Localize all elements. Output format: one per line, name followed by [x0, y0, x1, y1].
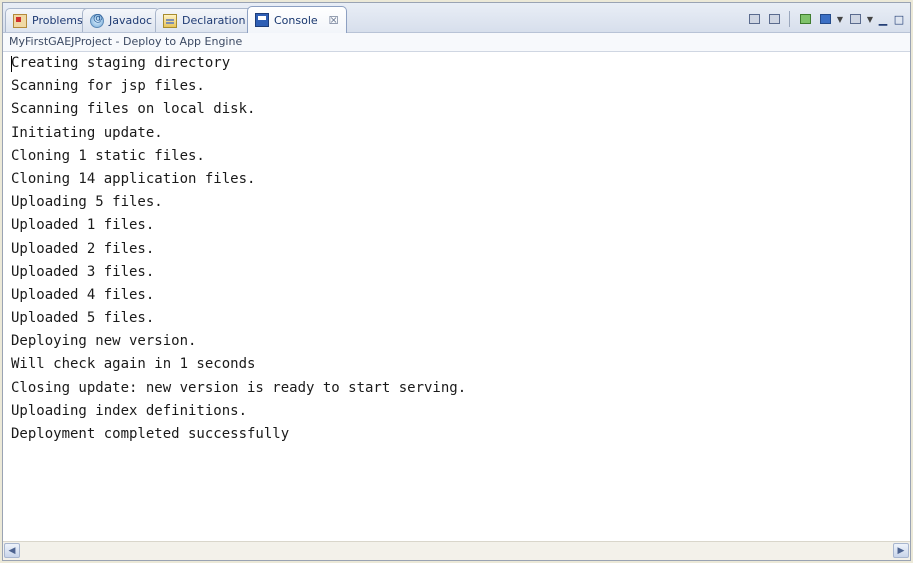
console-line: Uploaded 4 files. — [11, 286, 155, 303]
console-line: Creating staging directory — [11, 55, 231, 71]
toolbar-separator — [789, 11, 790, 27]
console-line: Deployment completed successfully — [11, 426, 290, 442]
console-line: Will check again in 1 seconds — [11, 356, 256, 373]
console-line: Cloning 1 static files. — [11, 147, 205, 164]
tab-label: Javadoc — [109, 14, 152, 27]
javadoc-icon — [90, 13, 104, 28]
console-toolbar: ▼ ▼ ▁ □ — [745, 9, 906, 29]
minimize-icon[interactable]: ▁ — [876, 13, 890, 26]
close-icon[interactable]: ☒ — [329, 14, 339, 27]
tab-label: Declaration — [182, 14, 246, 27]
tab-javadoc[interactable]: Javadoc — [82, 8, 160, 32]
tab-declaration[interactable]: Declaration — [155, 8, 254, 32]
remove-launch-icon[interactable] — [765, 10, 783, 28]
console-line: Cloning 14 application files. — [11, 170, 256, 187]
horizontal-scrollbar[interactable]: ◀ ▶ — [3, 541, 910, 560]
declaration-icon — [163, 13, 177, 28]
console-line: Uploaded 5 files. — [11, 310, 155, 327]
open-console-icon[interactable] — [846, 10, 864, 28]
tab-label: Console — [274, 13, 318, 27]
console-output[interactable]: Creating staging directory Scanning for j… — [3, 52, 910, 542]
console-line: Initiating update. — [11, 124, 163, 141]
tab-console[interactable]: Console ☒ — [247, 6, 347, 33]
tab-problems[interactable]: Problems — [5, 8, 91, 32]
tab-label: Problems — [32, 14, 83, 27]
terminate-icon[interactable] — [745, 10, 763, 28]
scroll-left-icon[interactable]: ◀ — [4, 543, 20, 558]
scroll-right-icon[interactable]: ▶ — [893, 543, 909, 558]
view-tab-bar: Problems Javadoc Declaration Console ☒ ▼… — [3, 3, 910, 33]
console-line: Closing update: new version is ready to … — [11, 379, 467, 396]
console-line: Uploading 5 files. — [11, 194, 163, 211]
pin-console-icon[interactable] — [796, 10, 814, 28]
console-view: Problems Javadoc Declaration Console ☒ ▼… — [2, 2, 911, 561]
console-line: Uploaded 1 files. — [11, 217, 155, 234]
console-line: Uploaded 2 files. — [11, 240, 155, 257]
console-line: Scanning files on local disk. — [11, 101, 256, 118]
console-line: Uploaded 3 files. — [11, 263, 155, 280]
console-line: Uploading index definitions. — [11, 402, 248, 419]
display-console-icon[interactable] — [816, 10, 834, 28]
console-line: Scanning for jsp files. — [11, 78, 205, 95]
console-line: Deploying new version. — [11, 333, 197, 350]
chevron-down-icon[interactable]: ▼ — [866, 15, 874, 24]
console-description: MyFirstGAEJProject - Deploy to App Engin… — [3, 33, 910, 52]
text-caret — [11, 56, 12, 72]
chevron-down-icon[interactable]: ▼ — [836, 15, 844, 24]
console-icon — [255, 13, 269, 27]
problems-icon — [13, 13, 27, 28]
maximize-icon[interactable]: □ — [892, 13, 906, 26]
